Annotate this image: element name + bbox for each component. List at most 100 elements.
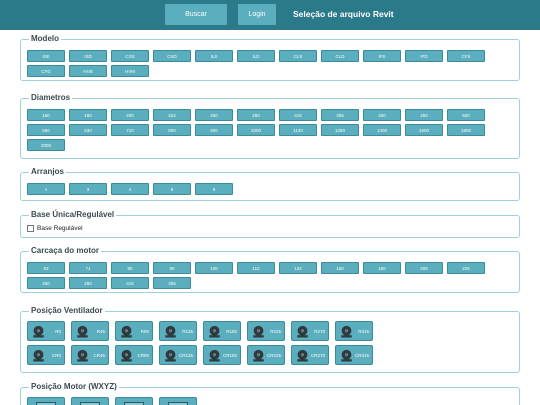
modelo-option[interactable]: IFS — [363, 50, 401, 62]
base-regulavel-option[interactable]: Base Regulável — [27, 225, 83, 232]
modelo-option[interactable]: CSD — [153, 50, 191, 62]
fan-icon — [119, 324, 134, 339]
modelo-option[interactable]: CLS — [279, 50, 317, 62]
ventilador-position-option[interactable]: R90 — [115, 321, 153, 341]
diametro-option[interactable]: 560 — [27, 124, 65, 136]
carcaca-option[interactable]: 112 — [237, 262, 275, 274]
ventilador-position-option[interactable]: CR180 — [203, 345, 241, 365]
ventilador-position-option[interactable]: CR270 — [291, 345, 329, 365]
arranjo-option[interactable]: 9 — [195, 183, 233, 195]
ventilador-position-option[interactable]: CR225 — [247, 345, 285, 365]
diametro-option[interactable]: 1250 — [321, 124, 359, 136]
diametro-option[interactable]: 800 — [153, 124, 191, 136]
base-legend: Base Única/Regulável — [29, 209, 117, 221]
modelo-option[interactable]: ILS — [195, 50, 233, 62]
diametro-option[interactable]: 400 — [363, 109, 401, 121]
diametro-option[interactable]: 180 — [69, 109, 107, 121]
diametro-option[interactable]: 710 — [111, 124, 149, 136]
ventilador-position-label: R90 — [140, 329, 149, 334]
carcaca-option[interactable]: 90 — [153, 262, 191, 274]
modelo-option[interactable]: CFD — [27, 65, 65, 77]
carcaca-option[interactable]: 71 — [69, 262, 107, 274]
base-regulavel-checkbox[interactable] — [27, 225, 34, 232]
arranjo-option[interactable]: 3 — [69, 183, 107, 195]
motor-position-option[interactable] — [27, 397, 65, 405]
carcaca-option[interactable]: 225 — [447, 262, 485, 274]
ventilador-position-option[interactable]: R225 — [247, 321, 285, 341]
carcaca-option[interactable]: 63 — [27, 262, 65, 274]
diametro-option[interactable]: 280 — [237, 109, 275, 121]
ventilador-position-label: CR225 — [266, 353, 281, 358]
carcaca-option[interactable]: 200 — [405, 262, 443, 274]
carcaca-option[interactable]: 132 — [279, 262, 317, 274]
diametro-option[interactable]: 1000 — [237, 124, 275, 136]
diametro-option[interactable]: 315 — [279, 109, 317, 121]
diametro-option[interactable]: 1120 — [279, 124, 317, 136]
diametro-option[interactable]: 1600 — [405, 124, 443, 136]
carcaca-option[interactable]: 180 — [363, 262, 401, 274]
ventilador-section: Posição Ventilador R0 R45 R90 R135 R180 R225 R… — [20, 305, 520, 373]
diametro-option[interactable]: 500 — [447, 109, 485, 121]
diametro-option[interactable]: 1400 — [363, 124, 401, 136]
diametro-option[interactable]: 2000 — [27, 139, 65, 151]
modelo-section: Modelo ISE ISD CSS CSD ILS ILD CLS CLD IFS IFD CFS… — [20, 33, 520, 81]
diametro-option[interactable]: 900 — [195, 124, 233, 136]
arranjo-option[interactable]: 4 — [111, 183, 149, 195]
ventilador-position-option[interactable]: R0 — [27, 321, 65, 341]
arranjo-option[interactable]: 8 — [153, 183, 191, 195]
login-button[interactable]: Login — [238, 4, 276, 25]
carcaca-option[interactable]: 280 — [69, 277, 107, 289]
ventilador-position-option[interactable]: R315 — [335, 321, 373, 341]
motor-section: Posição Motor (WXYZ) — [20, 381, 520, 405]
diametro-option[interactable]: 450 — [405, 109, 443, 121]
ventilador-position-option[interactable]: R45 — [71, 321, 109, 341]
motor-position-option[interactable] — [159, 397, 197, 405]
fan-icon — [163, 324, 178, 339]
carcaca-option[interactable]: 160 — [321, 262, 359, 274]
buscar-button[interactable]: Buscar — [165, 4, 227, 25]
modelo-option[interactable]: CFS — [447, 50, 485, 62]
diametro-option[interactable]: 160 — [27, 109, 65, 121]
ventilador-position-label: CR135 — [178, 353, 193, 358]
diametro-option[interactable]: 250 — [195, 109, 233, 121]
modelo-option[interactable]: ISE — [27, 50, 65, 62]
carcaca-option[interactable]: 80 — [111, 262, 149, 274]
fan-icon — [339, 348, 354, 363]
ventilador-position-option[interactable]: CR135 — [159, 345, 197, 365]
ventilador-position-label: CR180 — [222, 353, 237, 358]
modelo-option[interactable]: HVM — [111, 65, 149, 77]
carcaca-option[interactable]: 250 — [27, 277, 65, 289]
ventilador-position-option[interactable]: R135 — [159, 321, 197, 341]
motor-position-option[interactable] — [115, 397, 153, 405]
ventilador-position-option[interactable]: R180 — [203, 321, 241, 341]
motor-legend: Posição Motor (WXYZ) — [29, 381, 119, 393]
motor-position-option[interactable] — [71, 397, 109, 405]
arranjo-option[interactable]: 1 — [27, 183, 65, 195]
modelo-option[interactable]: ILD — [237, 50, 275, 62]
ventilador-position-option[interactable]: R270 — [291, 321, 329, 341]
carcaca-option[interactable]: 355 — [153, 277, 191, 289]
modelo-option[interactable]: IFD — [405, 50, 443, 62]
modelo-option[interactable]: CSS — [111, 50, 149, 62]
ventilador-position-option[interactable]: CR0 — [27, 345, 65, 365]
diametro-option[interactable]: 355 — [321, 109, 359, 121]
carcaca-option[interactable]: 100 — [195, 262, 233, 274]
diametros-legend: Diametros — [29, 92, 73, 104]
modelo-option[interactable]: HVB — [69, 65, 107, 77]
base-regulavel-label: Base Regulável — [37, 225, 83, 232]
carcaca-option[interactable]: 315 — [111, 277, 149, 289]
diametro-option[interactable]: 630 — [69, 124, 107, 136]
arranjos-section: Arranjos 13489 — [20, 166, 520, 201]
ventilador-position-label: CR270 — [310, 353, 325, 358]
diametro-option[interactable]: 224 — [153, 109, 191, 121]
carcaca-section: Carcaça do motor 63 71 80 90 100 112 132 160 180… — [20, 245, 520, 293]
ventilador-position-option[interactable]: CR90 — [115, 345, 153, 365]
modelo-option[interactable]: ISD — [69, 50, 107, 62]
diametro-option[interactable]: 1800 — [447, 124, 485, 136]
ventilador-position-option[interactable]: CR45 — [71, 345, 109, 365]
diametro-option[interactable]: 200 — [111, 109, 149, 121]
fan-icon — [207, 348, 222, 363]
modelo-option[interactable]: CLD — [321, 50, 359, 62]
ventilador-position-label: R45 — [96, 329, 105, 334]
ventilador-position-option[interactable]: CR315 — [335, 345, 373, 365]
